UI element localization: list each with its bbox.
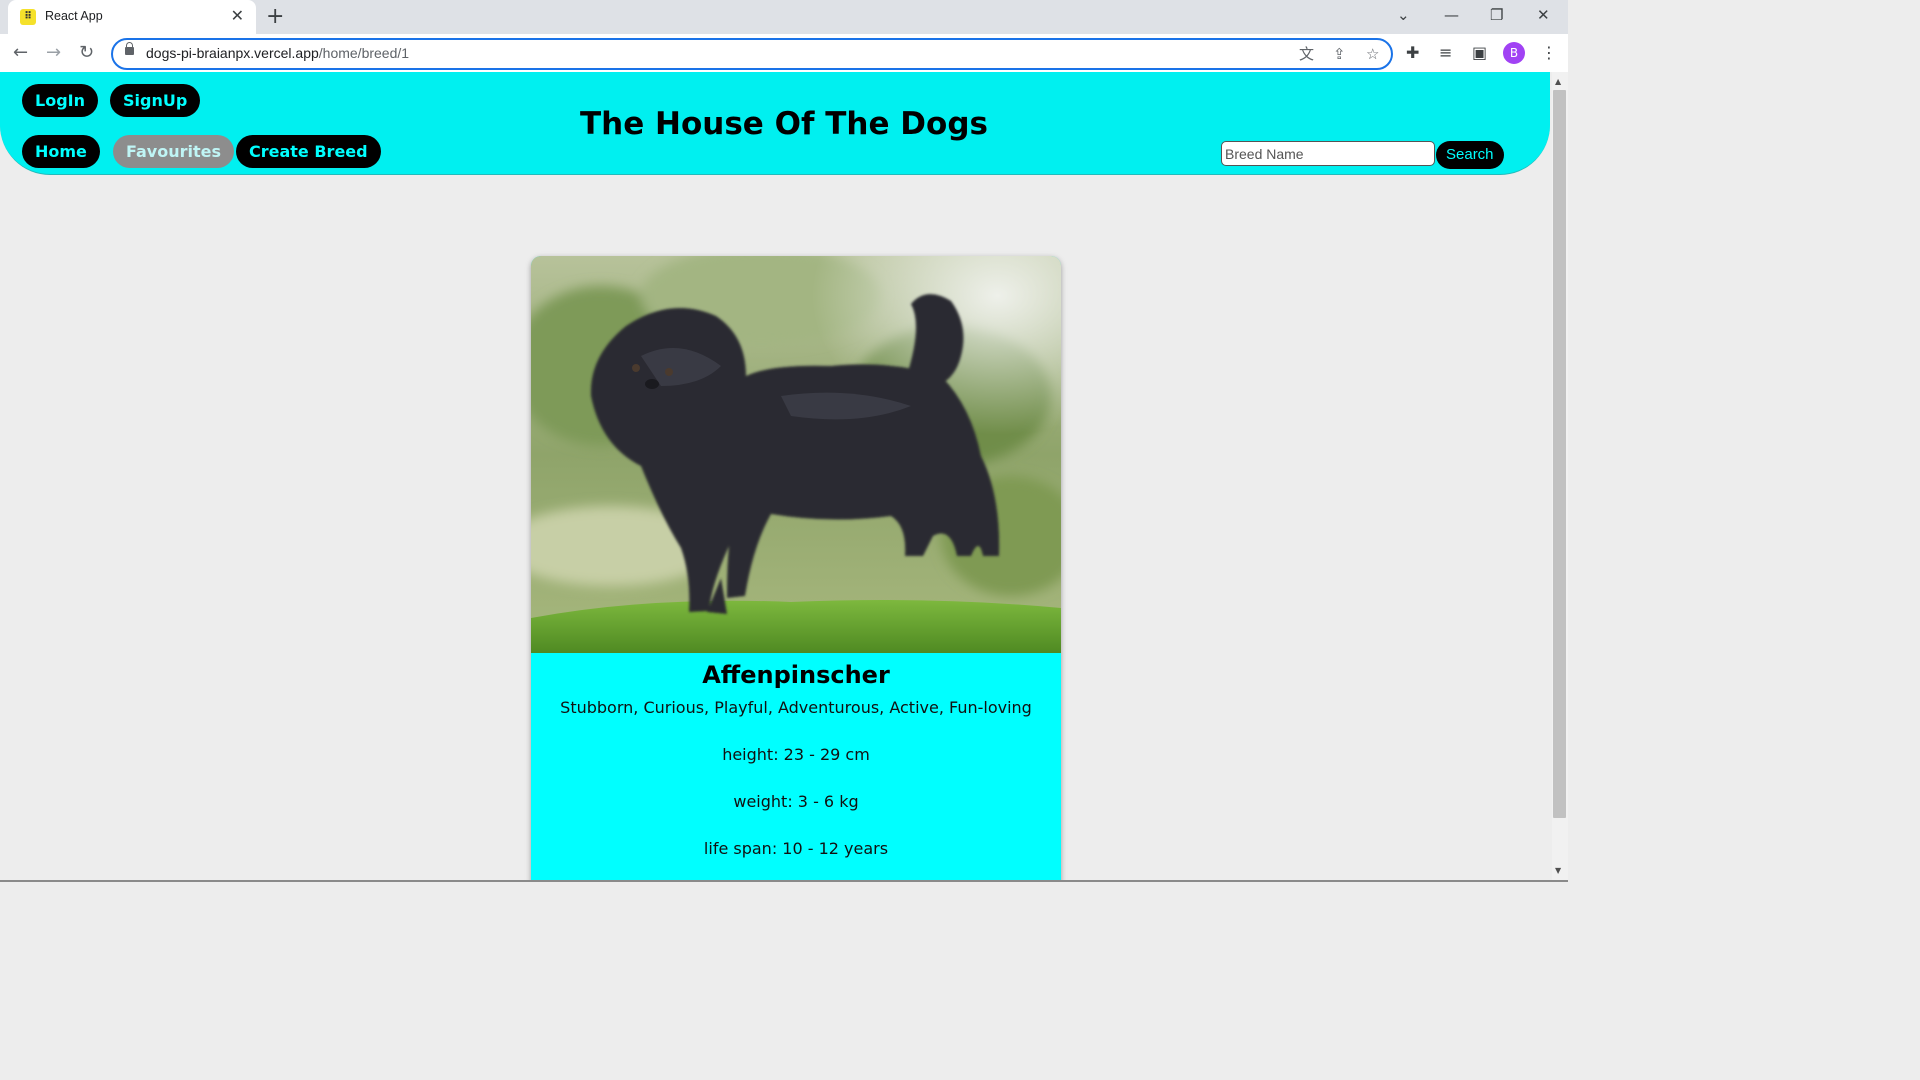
react-app-favicon-icon: ⠿ xyxy=(20,9,36,25)
media-icon[interactable]: ≡ xyxy=(1439,43,1452,63)
back-icon[interactable]: ← xyxy=(13,42,28,64)
breed-search-input[interactable] xyxy=(1221,141,1435,166)
signup-button[interactable]: SignUp xyxy=(110,84,201,117)
scroll-up-arrow-icon[interactable]: ▲ xyxy=(1555,77,1561,86)
breed-name: Affenpinscher xyxy=(702,661,890,689)
star-icon[interactable]: ☆ xyxy=(1366,45,1379,63)
browser-tab-bar: ⠿ React App ✕ + ⌄ — ❐ ✕ xyxy=(0,0,1568,34)
nav-home-button[interactable]: Home xyxy=(22,135,100,168)
breed-temperament: Stubborn, Curious, Playful, Adventurous,… xyxy=(560,698,1032,717)
breed-weight: weight: 3 - 6 kg xyxy=(733,792,859,811)
tab-search-chevron-icon[interactable]: ⌄ xyxy=(1397,5,1410,25)
share-icon[interactable]: ⇪ xyxy=(1333,45,1346,63)
menu-icon[interactable]: ⋮ xyxy=(1541,43,1557,63)
breed-info: Affenpinscher Stubborn, Curious, Playful… xyxy=(531,653,1061,860)
new-tab-icon[interactable]: + xyxy=(266,5,284,29)
scrollbar-thumb[interactable] xyxy=(1553,90,1566,818)
nav-favourites-button[interactable]: Favourites xyxy=(113,135,234,168)
close-window-icon[interactable]: ✕ xyxy=(1537,5,1550,25)
url-host: dogs-pi-braianpx.vercel.app xyxy=(146,45,319,61)
tab-title: React App xyxy=(45,9,103,23)
dog-photo xyxy=(531,256,1061,653)
window-bottom-border xyxy=(0,880,1568,882)
sidepanel-icon[interactable]: ▣ xyxy=(1472,43,1487,63)
breed-life-span: life span: 10 - 12 years xyxy=(703,839,889,858)
browser-tab[interactable]: ⠿ React App ✕ xyxy=(8,0,256,34)
profile-avatar[interactable]: B xyxy=(1503,42,1525,64)
minimize-icon[interactable]: — xyxy=(1444,5,1459,25)
extensions-icon[interactable]: ✚ xyxy=(1406,43,1419,63)
login-button[interactable]: LogIn xyxy=(22,84,98,117)
site-header: LogIn SignUp Home Favourites Create Bree… xyxy=(0,72,1550,175)
breed-height: height: 23 - 29 cm xyxy=(722,745,870,764)
nav-create-breed-button[interactable]: Create Breed xyxy=(236,135,381,168)
page-viewport: LogIn SignUp Home Favourites Create Bree… xyxy=(0,72,1552,880)
address-bar[interactable]: dogs-pi-braianpx.vercel.app/home/breed/1… xyxy=(111,38,1393,70)
url-path: /home/breed/1 xyxy=(318,45,410,61)
tab-close-icon[interactable]: ✕ xyxy=(231,7,244,25)
page-title: The House Of The Dogs xyxy=(580,106,988,142)
forward-icon[interactable]: → xyxy=(46,42,61,64)
search-button[interactable]: Search xyxy=(1436,141,1504,169)
scroll-down-arrow-icon[interactable]: ▼ xyxy=(1555,866,1561,875)
breed-detail-card: Affenpinscher Stubborn, Curious, Playful… xyxy=(531,256,1061,880)
browser-toolbar: ← → ↻ dogs-pi-braianpx.vercel.app/home/b… xyxy=(0,34,1568,72)
url-text[interactable]: dogs-pi-braianpx.vercel.app/home/breed/1 xyxy=(146,45,409,61)
restore-icon[interactable]: ❐ xyxy=(1490,5,1503,25)
translate-icon[interactable]: 文 xyxy=(1299,45,1314,63)
reload-icon[interactable]: ↻ xyxy=(79,42,94,64)
lock-icon[interactable] xyxy=(125,42,134,55)
